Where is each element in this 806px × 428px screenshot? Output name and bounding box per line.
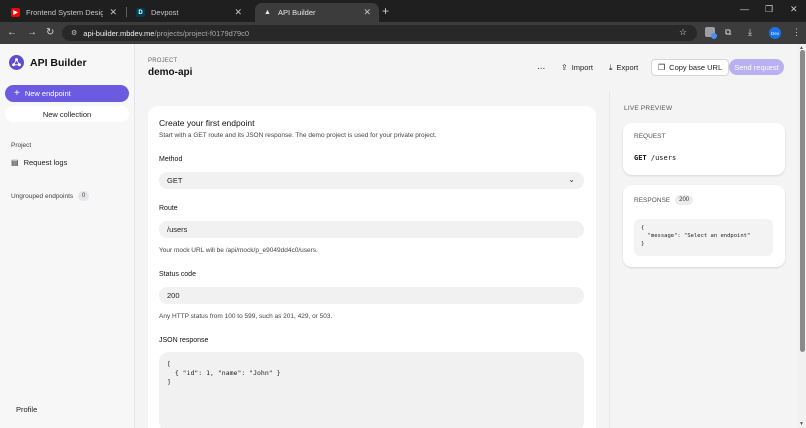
new-tab-button[interactable]: + (382, 4, 389, 18)
minimize-icon[interactable]: — (740, 4, 749, 14)
request-path: /users (650, 154, 677, 162)
method-value: GET (167, 176, 183, 185)
tab-title: Devpost (151, 8, 179, 17)
logs-icon: ▤ (11, 158, 19, 167)
method-select[interactable]: GET ⌄ (159, 172, 584, 189)
json-response-editor[interactable]: [ { "id": 1, "name": "John" } ] (159, 352, 584, 428)
devpost-icon: D (136, 8, 145, 17)
export-label: Export (616, 63, 639, 72)
ungrouped-count-badge: 0 (78, 191, 90, 201)
request-line: GET /users (634, 154, 676, 162)
import-label: Import (571, 63, 593, 72)
youtube-icon: ▶ (11, 8, 20, 17)
app-root: API Builder + New endpoint New collectio… (0, 44, 806, 428)
reload-icon[interactable]: ↻ (46, 26, 54, 39)
create-endpoint-form: Create your first endpoint Start with a … (148, 106, 596, 428)
project-name: demo-api (148, 67, 193, 78)
browser-menu-icon[interactable]: ⋮ (792, 27, 801, 38)
status-badge: 200 (675, 195, 694, 205)
tab-title: Frontend System Design Explai (26, 8, 104, 17)
scroll-up-arrow-icon[interactable]: ▲ (799, 45, 804, 51)
browser-tab-devpost[interactable]: D Devpost ✕ (128, 3, 250, 22)
form-description: Start with a GET route and its JSON resp… (159, 132, 437, 139)
brand-name: API Builder (30, 56, 87, 69)
response-preview-card: RESPONSE 200 { "message": "Select an end… (623, 185, 785, 267)
close-icon[interactable]: ✕ (363, 7, 371, 18)
restore-icon[interactable]: ❐ (765, 4, 773, 15)
address-bar[interactable]: ⚙ api-builder.mbdev.me/projects/project-… (62, 25, 697, 41)
extensions-puzzle-icon[interactable]: ⧉ (725, 27, 731, 38)
site-info-icon[interactable]: ⚙ (71, 29, 77, 37)
extension-icon[interactable] (705, 27, 717, 39)
status-code-help-text: Any HTTP status from 100 to 599, such as… (159, 313, 333, 320)
live-preview-heading: LIVE PREVIEW (624, 105, 673, 112)
response-body: { "message": "Select an endpoint" } (634, 219, 773, 256)
sidebar-item-request-logs[interactable]: ▤ Request logs (11, 158, 67, 167)
project-label: PROJECT (148, 58, 178, 64)
back-icon[interactable]: ← (7, 26, 17, 39)
scroll-down-arrow-icon[interactable]: ▼ (799, 421, 804, 427)
import-button[interactable]: ⇪ Import (555, 59, 599, 76)
main-content: PROJECT demo-api ... ⇪ Import ⤓ Export ❐… (136, 44, 806, 428)
response-heading: RESPONSE 200 (634, 195, 694, 205)
browser-tab-youtube[interactable]: ▶ Frontend System Design Explai ✕ (3, 3, 125, 22)
downloads-icon[interactable]: ⤓ (748, 27, 752, 38)
download-icon: ⤓ (609, 62, 613, 72)
route-input[interactable]: /users (159, 221, 584, 238)
ungrouped-endpoints-group[interactable]: Ungrouped endpoints 0 (11, 191, 90, 201)
json-response-label: JSON response (159, 337, 209, 344)
close-icon[interactable]: ✕ (234, 7, 242, 18)
status-code-label: Status code (159, 271, 196, 278)
chevron-down-icon: ⌄ (568, 175, 575, 184)
new-endpoint-button[interactable]: + New endpoint (5, 85, 129, 102)
request-heading: REQUEST (634, 133, 666, 140)
upload-icon: ⇪ (561, 63, 568, 72)
form-title: Create your first endpoint (159, 118, 255, 128)
plus-icon: + (14, 88, 20, 99)
copy-base-url-button[interactable]: ❐ Copy base URL (651, 59, 730, 76)
route-help-text: Your mock URL will be /api/mock/p_e9049d… (159, 247, 318, 254)
close-icon[interactable]: ✕ (109, 7, 117, 18)
tab-title: API Builder (278, 8, 316, 17)
more-options-button[interactable]: ... (537, 61, 545, 72)
brand-logo-icon (9, 55, 24, 70)
triangle-icon: ▲ (264, 9, 271, 16)
profile-avatar[interactable]: Dev (769, 27, 781, 39)
close-window-icon[interactable]: ✕ (790, 4, 798, 15)
route-label: Route (159, 205, 178, 212)
status-code-input[interactable]: 200 (159, 287, 584, 304)
sidebar: API Builder + New endpoint New collectio… (0, 44, 135, 428)
route-value: /users (167, 225, 188, 234)
forward-icon[interactable]: → (27, 26, 37, 39)
url-path: /projects/project-f0179d79c0 (154, 28, 250, 38)
response-heading-label: RESPONSE (634, 196, 671, 204)
tab-divider (126, 7, 127, 17)
browser-tab-api-builder[interactable]: ▲ API Builder ✕ (255, 3, 379, 22)
brand[interactable]: API Builder (9, 55, 87, 70)
profile-link[interactable]: Profile (16, 405, 37, 414)
method-label: Method (159, 156, 183, 163)
new-endpoint-label: New endpoint (24, 89, 71, 98)
export-button[interactable]: ⤓ Export (603, 59, 644, 76)
status-code-value: 200 (167, 291, 180, 300)
copy-base-url-label: Copy base URL (669, 63, 723, 72)
browser-tab-strip: ▶ Frontend System Design Explai ✕ D Devp… (0, 0, 806, 22)
project-section-heading: Project (11, 142, 32, 149)
live-preview-panel: LIVE PREVIEW REQUEST GET /users RESPONSE… (609, 92, 806, 428)
bookmark-star-icon[interactable]: ☆ (679, 27, 687, 38)
request-method: GET (634, 154, 647, 162)
new-collection-button[interactable]: New collection (5, 106, 129, 122)
scrollbar-thumb[interactable] (800, 50, 805, 352)
ungrouped-endpoints-label: Ungrouped endpoints (11, 192, 74, 200)
url-host: api-builder.mbdev.me (83, 28, 155, 38)
request-preview-card: REQUEST GET /users (623, 123, 785, 175)
browser-toolbar: ← → ↻ ⚙ api-builder.mbdev.me/projects/pr… (0, 22, 806, 44)
send-request-button[interactable]: Send request (729, 59, 784, 75)
sidebar-item-label: Request logs (23, 158, 68, 167)
copy-icon: ❐ (658, 63, 666, 72)
